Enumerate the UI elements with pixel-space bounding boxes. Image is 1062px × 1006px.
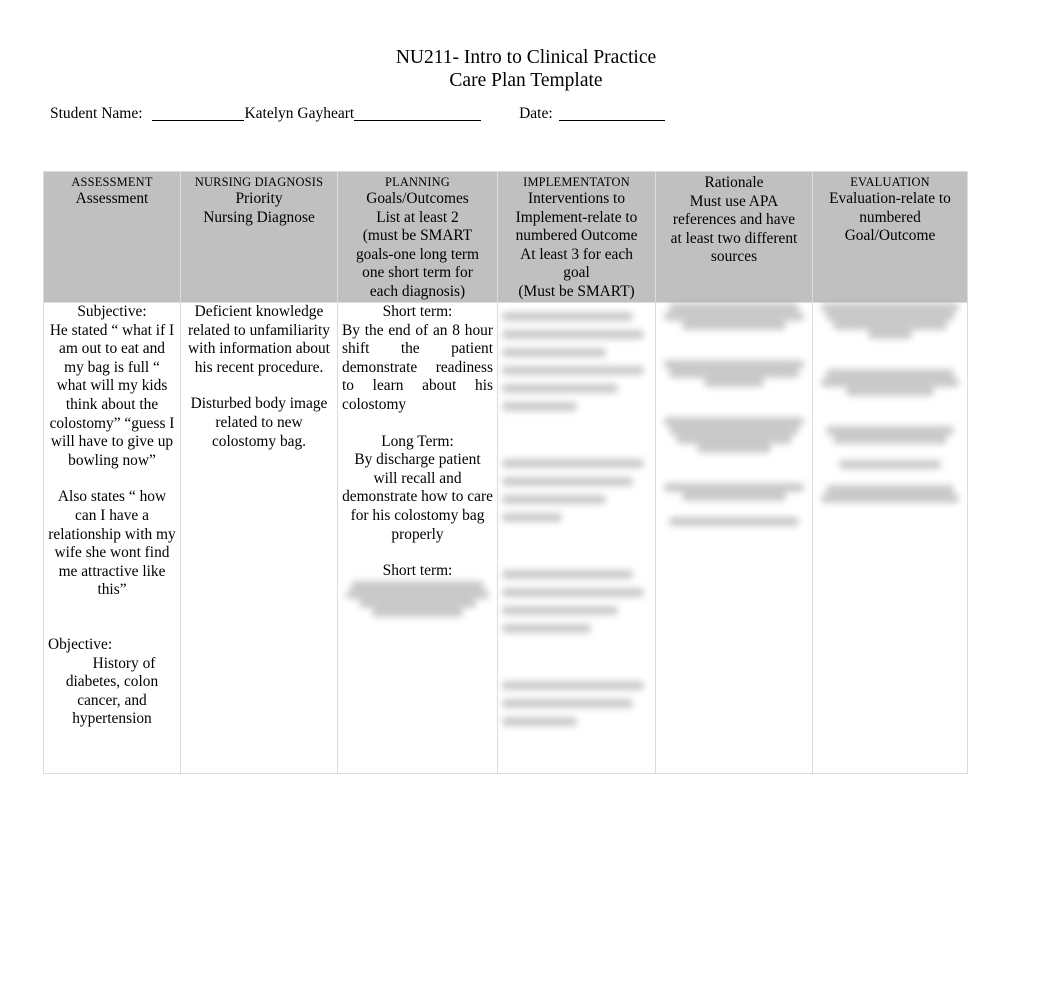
header-subline: Rationale — [704, 174, 764, 191]
header-subline: At least 3 for each — [520, 245, 633, 263]
header-caption: IMPLEMENTATON — [523, 175, 630, 189]
table-header-row: ASSESSMENT Assessment NURSING DIAGNOSIS … — [43, 171, 968, 303]
header-subline: numbered — [859, 208, 921, 226]
page-title: NU211- Intro to Clinical Practice Care P… — [0, 46, 1052, 92]
header-subline: Priority — [235, 190, 283, 207]
header-subline: Goal/Outcome — [844, 227, 936, 245]
header-subline: (must be SMART — [362, 227, 473, 245]
student-name-rule-right — [354, 107, 482, 121]
header-caption: NURSING DIAGNOSIS — [194, 175, 324, 189]
cell-implementation[interactable] — [497, 302, 656, 774]
diagnosis-2: Disturbed body image related to new colo… — [190, 395, 328, 450]
column-header-rationale: Rationale Must use APA references and ha… — [655, 171, 813, 303]
header-subline: Nursing Diagnose — [203, 208, 315, 226]
objective-label: Objective: — [48, 635, 113, 653]
cell-evaluation[interactable] — [812, 302, 968, 774]
student-info-row: Student Name: Katelyn Gayheart Date: — [50, 104, 665, 123]
redacted-rationale-text — [660, 303, 808, 526]
column-header-evaluation: EVALUATION Evaluation-relate to numbered… — [812, 171, 968, 303]
header-subline: Interventions to — [527, 190, 626, 207]
header-subline: goals-one long term — [355, 245, 480, 263]
title-line-1: NU211- Intro to Clinical Practice — [395, 47, 657, 68]
header-subline: Evaluation-relate to — [829, 190, 951, 207]
header-subline: Assessment — [75, 190, 149, 207]
header-caption: ASSESSMENT — [71, 175, 153, 189]
header-subline: numbered Outcome — [515, 227, 638, 245]
care-plan-table: ASSESSMENT Assessment NURSING DIAGNOSIS … — [43, 171, 968, 774]
cell-planning[interactable]: Short term: By the end of an 8 hour shif… — [337, 302, 498, 774]
subjective-text-2: Also states “ how can I have a relations… — [48, 488, 176, 599]
date-label: Date: — [519, 105, 553, 122]
table-row: Subjective: He stated “ what if I am out… — [43, 302, 968, 774]
short-term-label-2: Short term: — [382, 562, 453, 580]
header-caption: EVALUATION — [850, 175, 930, 189]
subjective-label: Subjective: — [77, 303, 147, 320]
diagnosis-1: Deficient knowledge related to unfamilia… — [188, 303, 330, 376]
header-subline: Goals/Outcomes — [366, 190, 469, 207]
column-header-assessment: ASSESSMENT Assessment — [43, 171, 181, 303]
title-line-2: Care Plan Template — [449, 70, 603, 91]
date-rule[interactable] — [558, 107, 665, 121]
header-subline: List at least 2 — [376, 208, 459, 226]
student-name-value[interactable]: Katelyn Gayheart — [244, 105, 354, 122]
redacted-implementation-text — [502, 312, 651, 726]
redacted-evaluation-text — [817, 303, 963, 503]
header-subline: goal — [563, 264, 590, 282]
cell-nursing-diagnosis[interactable]: Deficient knowledge related to unfamilia… — [180, 302, 338, 774]
column-header-nursing-diagnosis: NURSING DIAGNOSIS Priority Nursing Diagn… — [180, 171, 338, 303]
header-subline: Implement-relate to — [515, 208, 638, 226]
subjective-text: He stated “ what if I am out to eat and … — [49, 321, 175, 469]
header-subline: one short term for — [362, 264, 473, 282]
long-term-label: Long Term: — [381, 432, 454, 450]
redacted-planning-text — [342, 580, 493, 617]
header-subline: Must use APA — [689, 192, 779, 210]
long-term-text: By discharge patient will recall and dem… — [342, 451, 493, 543]
short-term-text: By the end of an 8 hour shift the patien… — [342, 321, 493, 413]
student-name-label: Student Name: — [50, 105, 143, 122]
header-subline: each diagnosis) — [369, 282, 466, 300]
student-name-rule-left — [152, 107, 245, 121]
cell-rationale[interactable] — [655, 302, 813, 774]
header-subline: sources — [710, 248, 758, 266]
column-header-implementation: IMPLEMENTATON Interventions to Implement… — [497, 171, 656, 303]
header-subline: (Must be SMART) — [518, 282, 635, 300]
header-subline: references and have — [672, 211, 796, 229]
header-caption: PLANNING — [385, 175, 450, 189]
column-header-planning: PLANNING Goals/Outcomes List at least 2 … — [337, 171, 498, 303]
header-subline: at least two different — [670, 229, 798, 247]
cell-assessment[interactable]: Subjective: He stated “ what if I am out… — [43, 302, 181, 774]
short-term-label: Short term: — [382, 303, 453, 320]
objective-text: History of diabetes, colon cancer, and h… — [65, 654, 159, 728]
